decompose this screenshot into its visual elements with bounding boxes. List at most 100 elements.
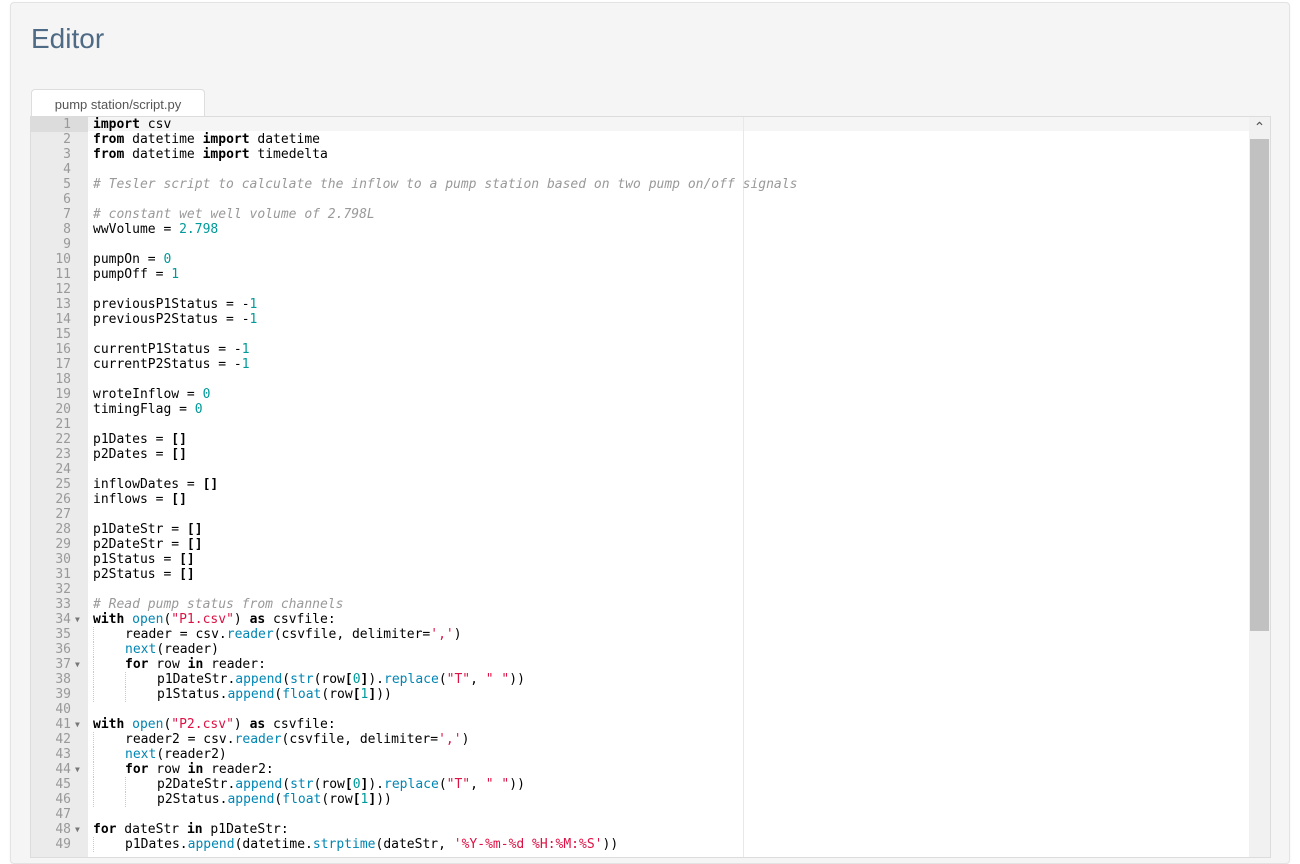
code-line[interactable]: 38 p1DateStr.append(str(row[0]).replace("… <box>31 672 1249 687</box>
code-line[interactable]: 9 <box>31 237 1249 252</box>
code-text: p2Dates = [] <box>93 447 187 462</box>
token-text: csvfile: <box>265 717 336 732</box>
scrollbar-thumb[interactable] <box>1250 139 1269 631</box>
line-number: 43 <box>55 747 71 762</box>
code-line[interactable]: 22 p1Dates = [] <box>31 432 1249 447</box>
token-text: pumpOn = <box>93 252 164 267</box>
fold-arrow-icon[interactable]: ▼ <box>75 822 80 837</box>
code-line[interactable]: 2 from datetime import datetime <box>31 132 1249 147</box>
code-line[interactable]: 40 <box>31 702 1249 717</box>
code-line[interactable]: 29 p2DateStr = [] <box>31 537 1249 552</box>
line-number: 46 <box>55 792 71 807</box>
code-line[interactable]: 30 p1Status = [] <box>31 552 1249 567</box>
code-text: with open("P1.csv") as csvfile: <box>93 612 336 627</box>
token-string: " " <box>485 777 510 792</box>
token-bracket: [ <box>344 672 353 687</box>
chevron-up-icon[interactable]: ⌃ <box>1249 117 1270 137</box>
line-number: 13 <box>55 297 71 312</box>
code-line[interactable]: 17 currentP2Status = -1 <box>31 357 1249 372</box>
line-number: 26 <box>55 492 71 507</box>
code-line[interactable]: 42 reader2 = csv.reader(csvfile, delimite… <box>31 732 1249 747</box>
token-function: replace <box>384 672 439 687</box>
code-line[interactable]: 46 p2Status.append(float(row[1])) <box>31 792 1249 807</box>
code-line[interactable]: 14 previousP2Status = -1 <box>31 312 1249 327</box>
token-bracket: [] <box>171 432 187 447</box>
code-line[interactable]: 33 # Read pump status from channels <box>31 597 1249 612</box>
token-text: , <box>470 672 486 687</box>
code-line[interactable]: 25 inflowDates = [] <box>31 477 1249 492</box>
token-text: reader = csv. <box>125 627 227 642</box>
token-text: datetime <box>124 132 203 147</box>
indent-guide <box>93 657 125 672</box>
code-line[interactable]: 32 <box>31 582 1249 597</box>
fold-arrow-icon[interactable]: ▼ <box>75 762 80 777</box>
indent-guide <box>93 792 125 807</box>
token-function: append <box>227 792 275 807</box>
code-line[interactable]: 16 currentP1Status = -1 <box>31 342 1249 357</box>
code-line[interactable]: 18 <box>31 372 1249 387</box>
code-line[interactable]: 37 ▼ for row in reader: <box>31 657 1249 672</box>
code-line[interactable]: 8 wwVolume = 2.798 <box>31 222 1249 237</box>
code-lines[interactable]: 1 import csv 2 from datetime import datetim… <box>31 117 1249 852</box>
code-line[interactable]: 3 from datetime import timedelta <box>31 147 1249 162</box>
fold-arrow-icon[interactable]: ▼ <box>75 717 80 732</box>
code-line[interactable]: 13 previousP1Status = -1 <box>31 297 1249 312</box>
line-number: 10 <box>55 252 71 267</box>
code-line[interactable]: 31 p2Status = [] <box>31 567 1249 582</box>
token-text: row <box>148 762 188 777</box>
code-line[interactable]: 43 next(reader2) <box>31 747 1249 762</box>
code-line[interactable]: 24 <box>31 462 1249 477</box>
code-line[interactable]: 39 p1Status.append(float(row[1])) <box>31 687 1249 702</box>
line-number: 29 <box>55 537 71 552</box>
code-line[interactable]: 10 pumpOn = 0 <box>31 252 1249 267</box>
token-string: ',' <box>438 732 462 747</box>
code-line[interactable]: 20 timingFlag = 0 <box>31 402 1249 417</box>
fold-arrow-icon[interactable]: ▼ <box>75 657 80 672</box>
code-line[interactable]: 12 <box>31 282 1249 297</box>
code-line[interactable]: 36 next(reader) <box>31 642 1249 657</box>
code-line[interactable]: 41 ▼ with open("P2.csv") as csvfile: <box>31 717 1249 732</box>
token-keyword: import <box>202 147 250 162</box>
token-text: p2Status = <box>93 567 180 582</box>
code-line[interactable]: 21 <box>31 417 1249 432</box>
code-line[interactable]: 48 ▼ for dateStr in p1DateStr: <box>31 822 1249 837</box>
code-line[interactable]: 34 ▼ with open("P1.csv") as csvfile: <box>31 612 1249 627</box>
code-line[interactable]: 23 p2Dates = [] <box>31 447 1249 462</box>
fold-arrow-icon[interactable]: ▼ <box>75 612 80 627</box>
code-line[interactable]: 19 wroteInflow = 0 <box>31 387 1249 402</box>
code-line[interactable]: 44 ▼ for row in reader2: <box>31 762 1249 777</box>
code-line[interactable]: 26 inflows = [] <box>31 492 1249 507</box>
token-bracket: [ <box>344 777 353 792</box>
code-line[interactable]: 6 <box>31 192 1249 207</box>
code-text: currentP1Status = -1 <box>93 342 250 357</box>
code-text: inflows = [] <box>93 492 187 507</box>
token-bracket: ] <box>368 687 377 702</box>
code-line[interactable]: 1 import csv <box>31 117 1249 132</box>
code-line[interactable]: 15 <box>31 327 1249 342</box>
code-line[interactable]: 7 # constant wet well volume of 2.798L <box>31 207 1249 222</box>
code-text: p2Status = [] <box>93 567 195 582</box>
token-text: (reader2) <box>156 747 227 762</box>
code-text: # Read pump status from channels <box>93 597 343 612</box>
code-line[interactable]: 5 # Tesler script to calculate the inflow… <box>31 177 1249 192</box>
code-text: inflowDates = [] <box>93 477 218 492</box>
code-editor[interactable]: 1 import csv 2 from datetime import datetim… <box>30 116 1271 858</box>
line-number: 12 <box>55 282 71 297</box>
code-text: timingFlag = 0 <box>93 402 203 417</box>
indent-guide <box>93 777 125 792</box>
tab-script-file[interactable]: pump station/script.py <box>31 89 205 118</box>
token-text: ( <box>438 777 447 792</box>
code-line[interactable]: 45 p2DateStr.append(str(row[0]).replace("… <box>31 777 1249 792</box>
token-keyword: with <box>93 717 125 732</box>
code-line[interactable]: 4 <box>31 162 1249 177</box>
code-line[interactable]: 47 <box>31 807 1249 822</box>
code-line[interactable]: 27 <box>31 507 1249 522</box>
code-text: wroteInflow = 0 <box>93 387 210 402</box>
code-line[interactable]: 11 pumpOff = 1 <box>31 267 1249 282</box>
code-line[interactable]: 28 p1DateStr = [] <box>31 522 1249 537</box>
token-comment: # constant wet well volume of 2.798L <box>93 207 375 222</box>
line-number: 37 <box>55 657 71 672</box>
code-line[interactable]: 35 reader = csv.reader(csvfile, delimiter… <box>31 627 1249 642</box>
token-function: replace <box>384 777 439 792</box>
code-text: reader2 = csv.reader(csvfile, delimiter=… <box>93 732 469 747</box>
